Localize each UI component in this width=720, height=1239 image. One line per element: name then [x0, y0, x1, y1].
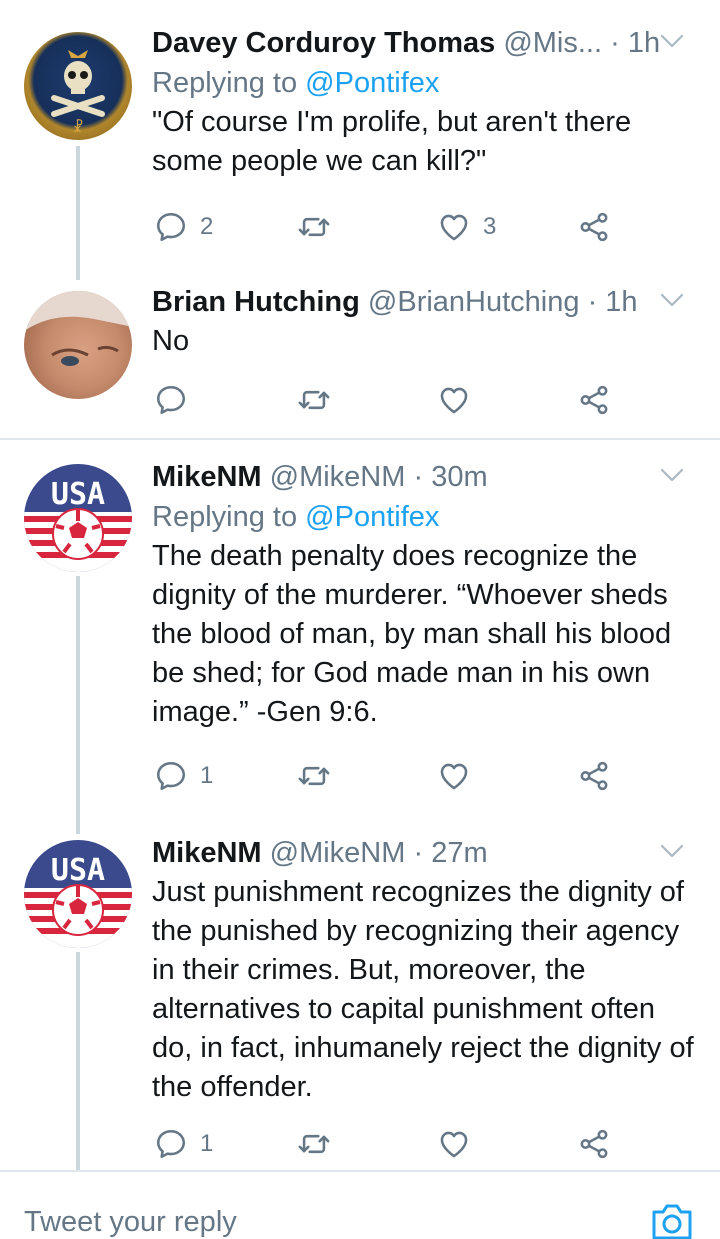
reply-icon [154, 1127, 188, 1161]
reply-button[interactable]: 1 [154, 756, 213, 796]
tweet-header: Davey Corduroy Thomas @Mis... · 1h [152, 23, 696, 63]
chevron-down-icon[interactable] [658, 463, 686, 487]
tweet-header: MikeNM @MikeNM · 30m [152, 457, 696, 497]
tweet[interactable]: Brian Hutching @BrianHutching · 1h No [0, 280, 720, 438]
replying-label: Replying to [152, 67, 298, 99]
reply-input[interactable]: Tweet your reply [24, 1206, 237, 1239]
share-icon [577, 1127, 611, 1161]
thread-line [76, 952, 80, 1170]
like-button[interactable] [437, 380, 471, 420]
like-button[interactable] [437, 756, 471, 796]
user-handle[interactable]: @MikeNM [270, 461, 406, 493]
heart-icon [437, 1127, 471, 1161]
user-handle[interactable]: @MikeNM [270, 837, 406, 869]
display-name[interactable]: Brian Hutching [152, 286, 360, 318]
replying-to-link[interactable]: @Pontifex [305, 67, 439, 99]
replying-to: Replying to @Pontifex [152, 497, 696, 537]
user-handle[interactable]: @BrianHutching [368, 286, 580, 318]
svg-text:☧: ☧ [73, 119, 84, 136]
replying-label: Replying to [152, 501, 298, 533]
timestamp[interactable]: · 1h [588, 286, 638, 318]
reply-button[interactable]: 1 [154, 1124, 213, 1164]
camera-icon[interactable] [650, 1202, 694, 1239]
tweet[interactable]: USA MikeNM @MikeNM · 30m Replying to @Po… [0, 440, 720, 834]
tweet-header: MikeNM @MikeNM · 27m [152, 833, 696, 873]
reply-composer[interactable]: Tweet your reply [0, 1170, 720, 1239]
tweet-header: Brian Hutching @BrianHutching · 1h [152, 282, 696, 322]
like-button[interactable] [437, 1124, 471, 1164]
usa-soccer-logo: USA [24, 464, 132, 572]
display-name[interactable]: MikeNM [152, 837, 262, 869]
retweet-icon [297, 759, 331, 793]
tweet[interactable]: USA MikeNM @MikeNM · 27m Just punishment… [0, 816, 720, 1170]
timestamp[interactable]: · 30m [413, 461, 487, 493]
retweet-icon [297, 210, 331, 244]
reply-count: 2 [200, 213, 214, 240]
retweet-button[interactable] [297, 1124, 331, 1164]
chevron-down-icon[interactable] [658, 29, 686, 53]
share-icon [577, 383, 611, 417]
face-photo-icon [24, 291, 132, 366]
share-button[interactable] [577, 1124, 611, 1164]
timestamp[interactable]: · 1h [610, 27, 660, 59]
tweet-actions: 1 [152, 756, 696, 796]
skull-icon: ☧ [51, 50, 105, 136]
share-button[interactable] [577, 380, 611, 420]
avatar[interactable]: USA [24, 840, 132, 948]
svg-text:USA: USA [51, 853, 105, 888]
thread-line [76, 146, 80, 280]
heart-icon [437, 383, 471, 417]
reply-icon [154, 383, 188, 417]
share-icon [577, 210, 611, 244]
user-handle[interactable]: @Mis... [503, 27, 602, 59]
share-icon [577, 759, 611, 793]
reply-count: 1 [200, 762, 214, 789]
like-count: 3 [483, 213, 497, 240]
avatar[interactable] [24, 291, 132, 399]
share-button[interactable] [577, 756, 611, 796]
svg-text:USA: USA [51, 477, 105, 512]
heart-icon [437, 759, 471, 793]
share-button[interactable] [577, 207, 611, 247]
tweet-text: Just punishment recognizes the dignity o… [152, 876, 694, 1103]
display-name[interactable]: MikeNM [152, 461, 262, 493]
chevron-down-icon[interactable] [658, 839, 686, 863]
tweet-actions [152, 380, 696, 420]
retweet-button[interactable] [297, 380, 331, 420]
reply-icon [154, 210, 188, 244]
avatar[interactable]: USA [24, 464, 132, 572]
usa-soccer-logo: USA [24, 840, 132, 948]
avatar[interactable]: ☧ [24, 32, 132, 140]
reply-count: 1 [200, 1130, 214, 1157]
thread-line [76, 576, 80, 834]
chevron-down-icon[interactable] [658, 288, 686, 312]
replying-to: Replying to @Pontifex [152, 63, 696, 103]
display-name[interactable]: Davey Corduroy Thomas [152, 27, 495, 59]
tweet-text: "Of course I'm prolife, but aren't there… [152, 106, 632, 177]
retweet-icon [297, 1127, 331, 1161]
reply-icon [154, 759, 188, 793]
retweet-button[interactable] [297, 207, 331, 247]
reply-button[interactable] [154, 380, 188, 420]
reply-button[interactable]: 2 [154, 207, 213, 247]
tweet[interactable]: ☧ Davey Corduroy Thomas @Mis... · 1h Rep… [0, 0, 720, 280]
tweet-actions: 1 [152, 1124, 696, 1164]
retweet-icon [297, 383, 331, 417]
heart-icon [437, 210, 471, 244]
retweet-button[interactable] [297, 756, 331, 796]
like-button[interactable]: 3 [437, 207, 496, 247]
tweet-actions: 2 3 [152, 207, 696, 247]
tweet-text: No [152, 325, 190, 357]
tweet-text: The death penalty does recognize the dig… [152, 540, 672, 728]
timestamp[interactable]: · 27m [413, 837, 487, 869]
replying-to-link[interactable]: @Pontifex [305, 501, 439, 533]
